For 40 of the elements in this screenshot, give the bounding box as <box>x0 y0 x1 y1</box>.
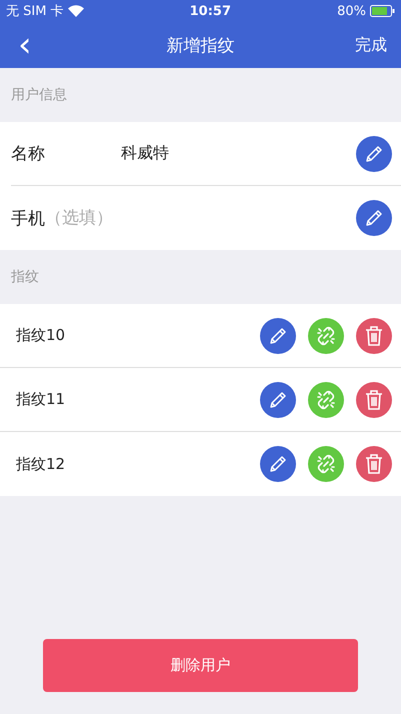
unlink-button[interactable] <box>308 318 344 354</box>
phone-input[interactable]: （选填） <box>45 208 356 228</box>
unlink-button[interactable] <box>308 446 344 482</box>
back-button[interactable]: ‹ <box>18 28 32 62</box>
section-header: 用户信息 <box>11 86 67 104</box>
edit-button[interactable] <box>260 446 296 482</box>
edit-button[interactable] <box>260 318 296 354</box>
done-button[interactable]: 完成 <box>355 34 387 56</box>
field-value: 科威特 <box>121 143 170 164</box>
edit-button[interactable] <box>260 382 296 418</box>
field-label: 手机 <box>11 208 45 230</box>
delete-button[interactable] <box>356 446 392 482</box>
pencil-icon <box>268 326 288 346</box>
unlink-button[interactable] <box>308 382 344 418</box>
fingerprint-name: 指纹12 <box>16 454 66 474</box>
pencil-icon <box>268 390 288 410</box>
clock: 10:57 <box>190 4 232 18</box>
broken-link-icon <box>315 388 337 410</box>
wifi-icon <box>68 5 84 17</box>
battery-icon <box>370 5 395 17</box>
broken-link-icon <box>315 324 337 346</box>
field-label: 名称 <box>11 143 46 165</box>
pencil-icon <box>268 454 288 474</box>
fingerprint-name: 指纹10 <box>16 326 66 345</box>
pencil-icon <box>364 208 384 228</box>
battery-label: 80% <box>337 4 366 18</box>
edit-button[interactable] <box>356 136 392 172</box>
trash-icon <box>364 453 384 475</box>
delete-button[interactable] <box>356 382 392 418</box>
broken-link-icon <box>315 453 337 475</box>
fingerprint-name: 指纹11 <box>16 390 66 409</box>
delete-button[interactable] <box>356 318 392 354</box>
edit-button[interactable] <box>356 200 392 236</box>
carrier-label: 无 SIM 卡 <box>6 3 64 20</box>
page-title: 新增指纹 <box>166 36 234 56</box>
pencil-icon <box>364 144 384 164</box>
trash-icon <box>364 388 384 410</box>
trash-icon <box>364 324 384 346</box>
section-header: 指纹 <box>11 268 39 286</box>
delete-user-button[interactable]: 删除用户 <box>43 639 358 692</box>
